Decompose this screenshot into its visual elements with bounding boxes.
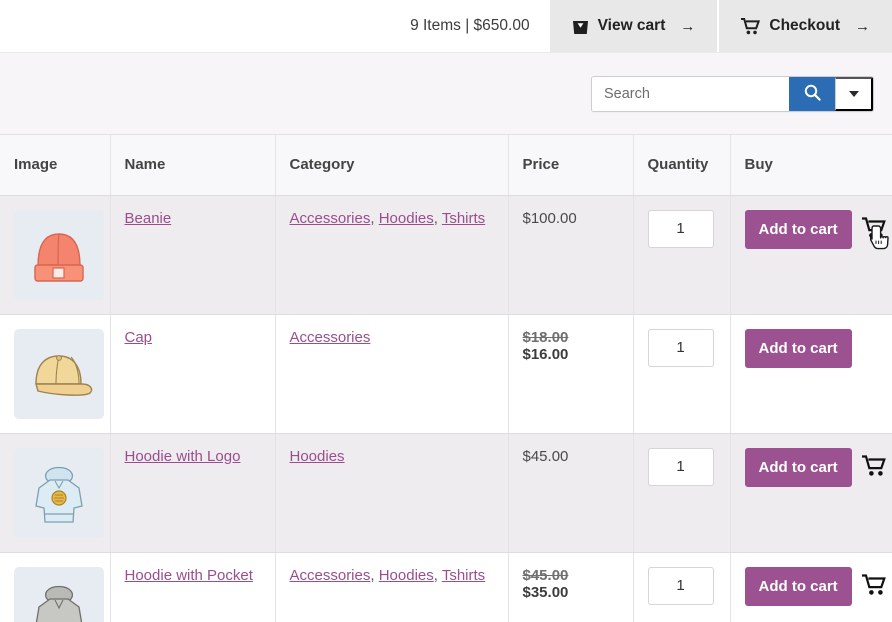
- table-header-row: Image Name Category Price Quantity Buy: [0, 135, 892, 195]
- category-link[interactable]: Tshirts: [442, 567, 485, 584]
- product-quantity-cell: [633, 552, 730, 622]
- product-image-cell: [0, 433, 110, 552]
- product-price-cell: $45.00: [508, 433, 633, 552]
- product-quantity-cell: [633, 195, 730, 314]
- buy-controls: Add to cart: [745, 448, 879, 487]
- product-name-link[interactable]: Cap: [125, 329, 153, 346]
- cap-thumbnail[interactable]: [14, 329, 104, 419]
- product-category-cell: Accessories, Hoodies, Tshirts: [275, 195, 508, 314]
- price-current: $45.00: [523, 448, 569, 465]
- quantity-input[interactable]: [648, 210, 714, 248]
- search-toolbar: [0, 52, 892, 135]
- product-name-link[interactable]: Beanie: [125, 210, 172, 227]
- category-separator: ,: [370, 567, 378, 584]
- price-original: $45.00: [523, 567, 619, 584]
- products-table: Image Name Category Price Quantity Buy B…: [0, 135, 892, 622]
- product-buy-cell: Add to cart: [730, 552, 892, 622]
- product-category-cell: Hoodies: [275, 433, 508, 552]
- column-header-name[interactable]: Name: [110, 135, 275, 195]
- column-header-price[interactable]: Price: [508, 135, 633, 195]
- buy-controls: Add to cart: [745, 210, 879, 249]
- add-to-cart-button[interactable]: Add to cart: [745, 567, 852, 606]
- checkout-button[interactable]: Checkout →: [717, 0, 892, 52]
- add-to-cart-button[interactable]: Add to cart: [745, 210, 852, 249]
- cart-topbar: 9 Items | $650.00 View cart → Checkout →: [0, 0, 892, 52]
- column-header-buy[interactable]: Buy: [730, 135, 892, 195]
- price-current: $100.00: [523, 210, 577, 227]
- shopping-cart-icon[interactable]: [862, 216, 888, 242]
- add-to-cart-button[interactable]: Add to cart: [745, 448, 852, 487]
- hoodie-with-pocket-thumbnail[interactable]: [14, 567, 104, 622]
- quantity-input[interactable]: [648, 329, 714, 367]
- price-sale: $35.00: [523, 584, 619, 601]
- price-sale: $16.00: [523, 346, 619, 363]
- buy-controls: Add to cart: [745, 329, 879, 368]
- price-original: $18.00: [523, 329, 619, 346]
- chevron-down-icon: [849, 91, 859, 97]
- quantity-input[interactable]: [648, 567, 714, 605]
- product-quantity-cell: [633, 314, 730, 433]
- quantity-input[interactable]: [648, 448, 714, 486]
- category-separator: ,: [434, 567, 442, 584]
- product-name-cell: Hoodie with Pocket: [110, 552, 275, 622]
- column-header-image[interactable]: Image: [0, 135, 110, 195]
- cart-summary: 9 Items | $650.00: [410, 0, 548, 52]
- product-price-cell: $100.00: [508, 195, 633, 314]
- checkout-label: Checkout: [769, 17, 840, 35]
- product-image-cell: [0, 552, 110, 622]
- magnifier-icon: [804, 84, 821, 104]
- add-to-cart-button[interactable]: Add to cart: [745, 329, 852, 368]
- buy-controls: Add to cart: [745, 567, 879, 606]
- products-table-body: Beanie Accessories, Hoodies, Tshirts $100.…: [0, 195, 892, 622]
- product-price-cell: $45.00$35.00: [508, 552, 633, 622]
- product-category-cell: Accessories, Hoodies, Tshirts: [275, 552, 508, 622]
- shopping-cart-icon[interactable]: [862, 454, 888, 480]
- shopping-cart-icon[interactable]: [862, 573, 888, 599]
- category-link[interactable]: Tshirts: [442, 210, 485, 227]
- view-cart-arrow-icon: →: [680, 18, 695, 35]
- shopping-bag-icon: [572, 17, 589, 35]
- product-buy-cell: Add to cart: [730, 195, 892, 314]
- shopping-cart-icon: [741, 17, 760, 35]
- product-name-cell: Beanie: [110, 195, 275, 314]
- category-link[interactable]: Hoodies: [290, 448, 345, 465]
- product-category-cell: Accessories: [275, 314, 508, 433]
- category-link[interactable]: Accessories: [290, 210, 371, 227]
- product-name-cell: Cap: [110, 314, 275, 433]
- product-buy-cell: Add to cart: [730, 433, 892, 552]
- view-cart-label: View cart: [598, 17, 666, 35]
- product-quantity-cell: [633, 433, 730, 552]
- product-buy-cell: Add to cart: [730, 314, 892, 433]
- table-row: Hoodie with Pocket Accessories, Hoodies, …: [0, 552, 892, 622]
- product-image-cell: [0, 314, 110, 433]
- category-link[interactable]: Accessories: [290, 329, 371, 346]
- search-options-dropdown[interactable]: [835, 77, 873, 111]
- product-name-link[interactable]: Hoodie with Logo: [125, 448, 241, 465]
- hoodie-with-logo-thumbnail[interactable]: [14, 448, 104, 538]
- category-link[interactable]: Accessories: [290, 567, 371, 584]
- column-header-category[interactable]: Category: [275, 135, 508, 195]
- column-header-quantity[interactable]: Quantity: [633, 135, 730, 195]
- view-cart-button[interactable]: View cart →: [548, 0, 718, 52]
- beanie-thumbnail[interactable]: [14, 210, 104, 300]
- search-submit-button[interactable]: [789, 77, 835, 111]
- search-group: [591, 76, 874, 112]
- category-separator: ,: [370, 210, 378, 227]
- table-row: Hoodie with Logo Hoodies $45.00 Add to cart: [0, 433, 892, 552]
- product-name-link[interactable]: Hoodie with Pocket: [125, 567, 253, 584]
- category-separator: ,: [434, 210, 442, 227]
- search-input[interactable]: [592, 77, 789, 111]
- category-link[interactable]: Hoodies: [379, 210, 434, 227]
- table-row: Beanie Accessories, Hoodies, Tshirts $100.…: [0, 195, 892, 314]
- table-row: Cap Accessories $18.00$16.00 Add to cart: [0, 314, 892, 433]
- product-price-cell: $18.00$16.00: [508, 314, 633, 433]
- product-image-cell: [0, 195, 110, 314]
- product-name-cell: Hoodie with Logo: [110, 433, 275, 552]
- checkout-arrow-icon: →: [855, 18, 870, 35]
- category-link[interactable]: Hoodies: [379, 567, 434, 584]
